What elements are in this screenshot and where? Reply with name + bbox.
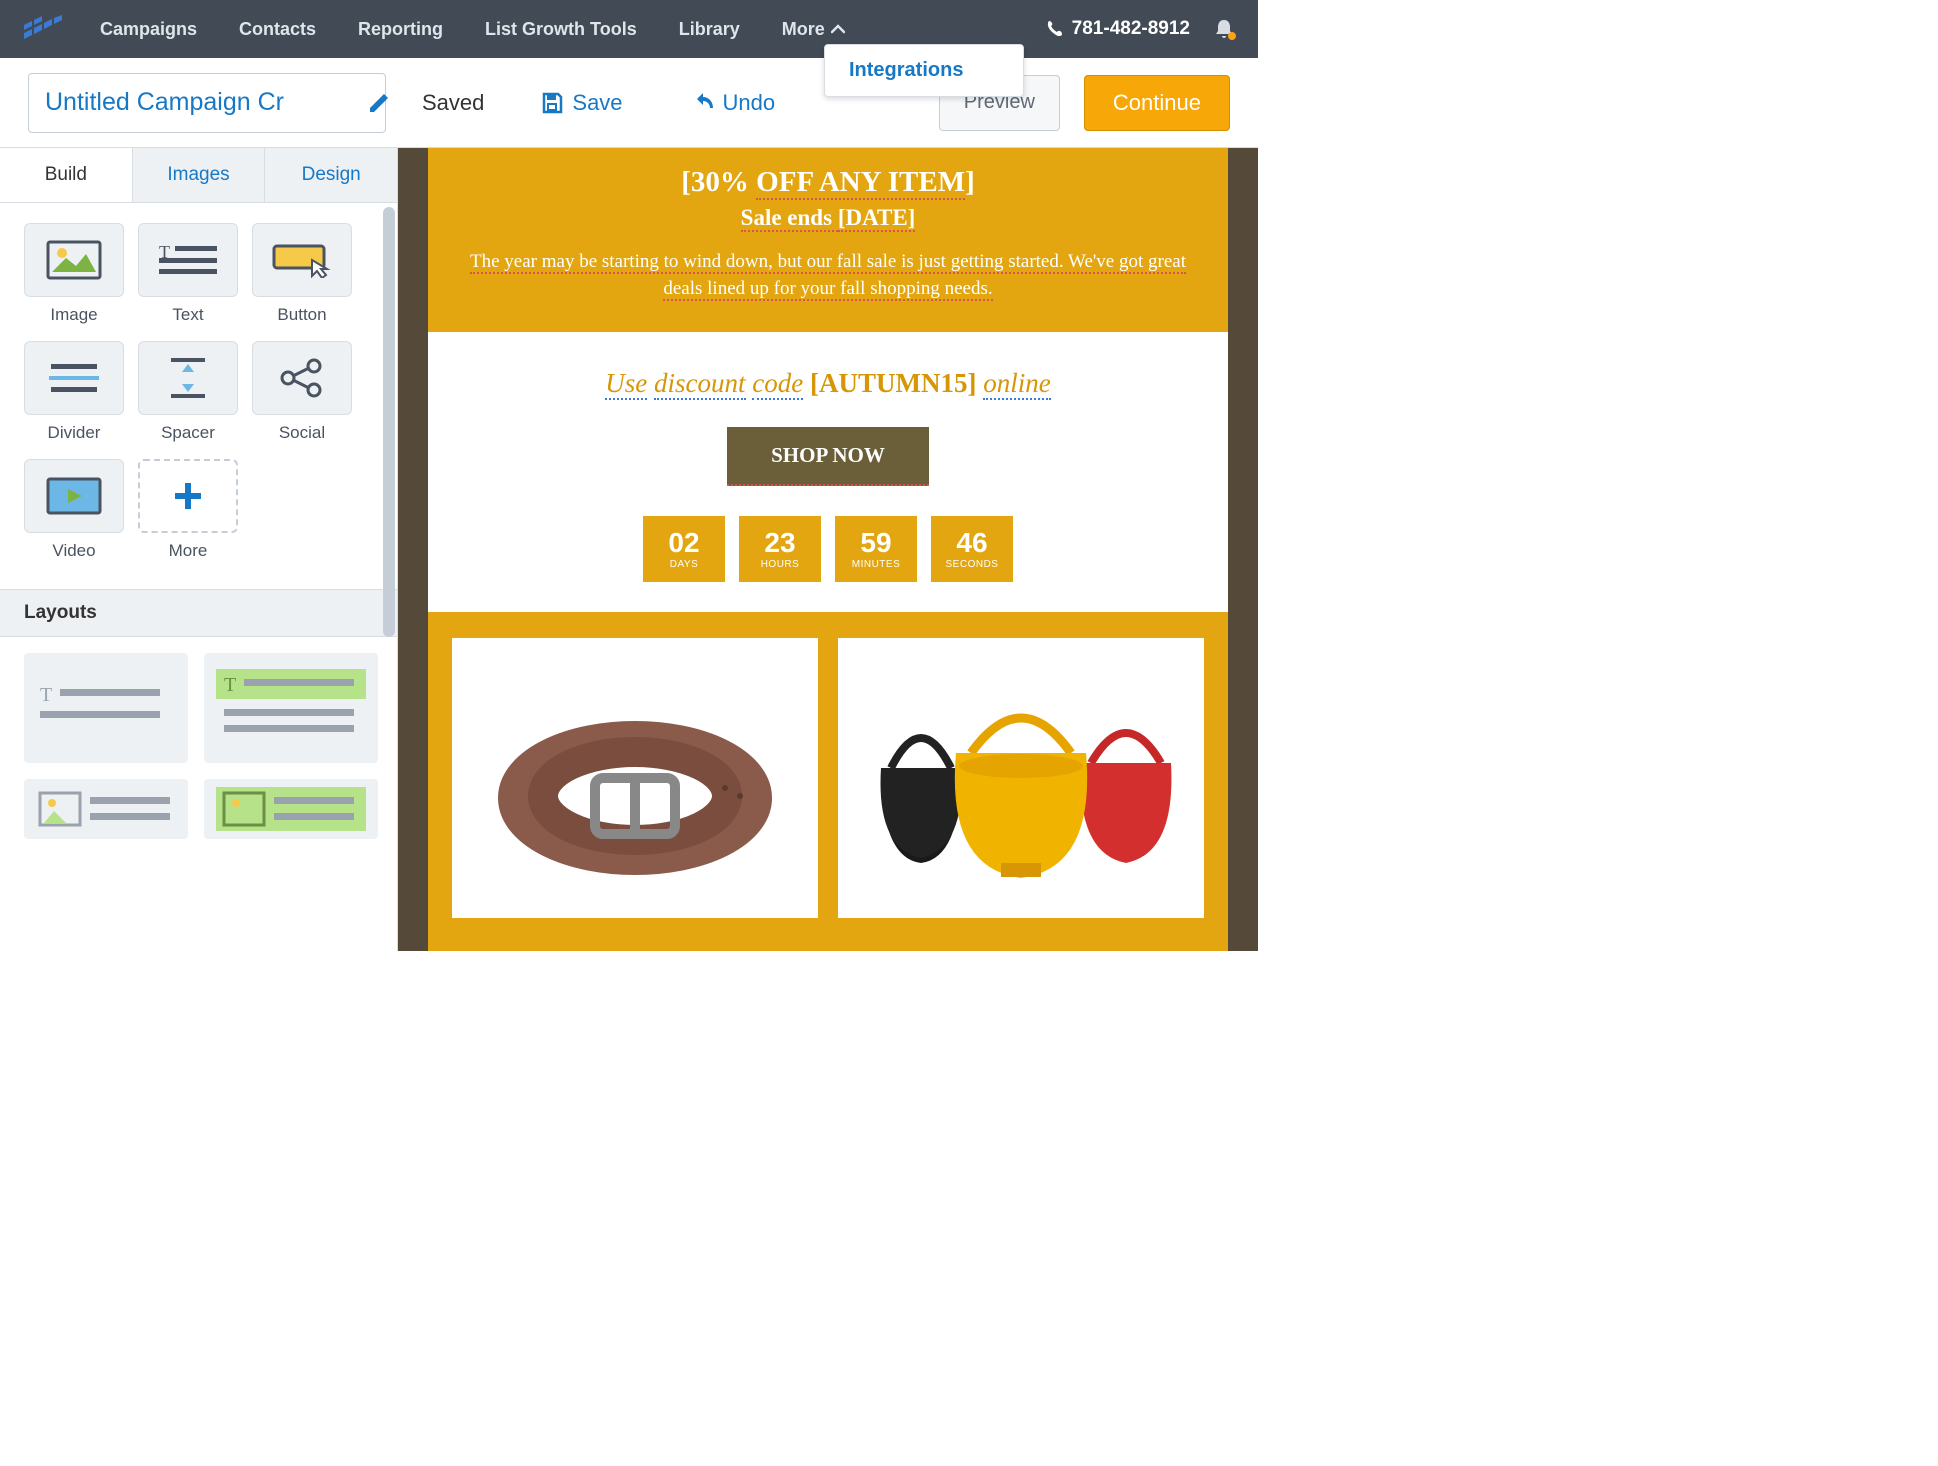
builder-sidebar: Build Images Design Image T Te	[0, 148, 398, 951]
divider-icon	[24, 341, 124, 415]
block-social[interactable]: Social	[252, 341, 352, 443]
product-handbags[interactable]	[838, 638, 1204, 918]
campaign-name-input[interactable]	[45, 88, 367, 117]
layout-image-left[interactable]	[24, 779, 188, 839]
campaign-name-field[interactable]	[28, 73, 386, 133]
block-spacer[interactable]: Spacer	[138, 341, 238, 443]
product-belt[interactable]	[452, 638, 818, 918]
promo-section[interactable]: Use discount code [AUTUMN15] online SHOP…	[428, 332, 1228, 612]
top-nav: Campaigns Contacts Reporting List Growth…	[0, 0, 1258, 58]
hero-subhead[interactable]: Sale ends [DATE]	[468, 205, 1188, 231]
undo-icon	[691, 91, 715, 115]
countdown-hours: 23 HOURS	[739, 516, 821, 582]
layout-text-left[interactable]: T	[24, 653, 188, 763]
tab-images[interactable]: Images	[132, 148, 265, 202]
email-body[interactable]: [30% OFF ANY ITEM] Sale ends [DATE] The …	[428, 148, 1228, 951]
save-icon	[540, 91, 564, 115]
svg-text:T: T	[224, 674, 236, 696]
nav-library[interactable]: Library	[679, 19, 740, 40]
countdown-minutes: 59 MINUTES	[835, 516, 917, 582]
layout-image-text-green[interactable]	[204, 779, 378, 839]
block-image[interactable]: Image	[24, 223, 124, 325]
countdown-timer[interactable]: 02 DAYS 23 HOURS 59 MINUTES 46 SECONDS	[468, 516, 1188, 582]
hero-headline[interactable]: [30% OFF ANY ITEM]	[468, 166, 1188, 199]
tab-build[interactable]: Build	[0, 148, 132, 202]
layout-text-highlight[interactable]: T	[204, 653, 378, 763]
countdown-days: 02 DAYS	[643, 516, 725, 582]
video-icon	[24, 459, 124, 533]
sidebar-body: Image T Text Button	[0, 203, 397, 951]
scrollbar[interactable]	[383, 207, 395, 637]
plus-icon	[138, 459, 238, 533]
undo-button[interactable]: Undo	[691, 90, 776, 116]
tab-design[interactable]: Design	[264, 148, 397, 202]
svg-text:T: T	[40, 684, 52, 706]
social-icon	[252, 341, 352, 415]
saved-status: Saved	[422, 90, 484, 116]
nav-reporting[interactable]: Reporting	[358, 19, 443, 40]
brand-logo[interactable]	[24, 15, 72, 43]
image-icon	[24, 223, 124, 297]
text-icon: T	[138, 223, 238, 297]
phone-number[interactable]: 781-482-8912	[1046, 18, 1190, 40]
nav-list-growth[interactable]: List Growth Tools	[485, 19, 637, 40]
notification-dot	[1228, 32, 1236, 40]
block-more[interactable]: More	[138, 459, 238, 561]
main-layout: Build Images Design Image T Te	[0, 148, 1258, 951]
products-row[interactable]	[428, 612, 1228, 944]
chevron-up-icon	[831, 24, 845, 34]
shop-now-button[interactable]: SHOP NOW	[727, 427, 929, 486]
block-video[interactable]: Video	[24, 459, 124, 561]
phone-icon	[1046, 20, 1064, 38]
spacer-icon	[138, 341, 238, 415]
pencil-icon[interactable]	[367, 91, 391, 115]
save-button[interactable]: Save	[540, 90, 622, 116]
more-integrations[interactable]: Integrations	[849, 59, 999, 82]
hero-body[interactable]: The year may be starting to wind down, b…	[470, 251, 1186, 301]
block-divider[interactable]: Divider	[24, 341, 124, 443]
nav-items: Campaigns Contacts Reporting List Growth…	[100, 19, 1046, 40]
layouts-heading: Layouts	[0, 589, 397, 637]
notifications-icon[interactable]	[1214, 18, 1234, 40]
block-text[interactable]: T Text	[138, 223, 238, 325]
countdown-seconds: 46 SECONDS	[931, 516, 1013, 582]
more-dropdown: Integrations	[824, 44, 1024, 97]
continue-button[interactable]: Continue	[1084, 75, 1230, 131]
email-canvas[interactable]: [30% OFF ANY ITEM] Sale ends [DATE] The …	[398, 148, 1258, 951]
sidebar-tabs: Build Images Design	[0, 148, 397, 203]
hero-section[interactable]: [30% OFF ANY ITEM] Sale ends [DATE] The …	[428, 148, 1228, 332]
promo-text[interactable]: Use discount code [AUTUMN15] online	[468, 368, 1188, 399]
campaign-toolbar: Saved Save Undo Preview Continue	[0, 58, 1258, 148]
button-icon	[252, 223, 352, 297]
nav-campaigns[interactable]: Campaigns	[100, 19, 197, 40]
block-button[interactable]: Button	[252, 223, 352, 325]
nav-more[interactable]: More	[782, 19, 845, 40]
nav-contacts[interactable]: Contacts	[239, 19, 316, 40]
